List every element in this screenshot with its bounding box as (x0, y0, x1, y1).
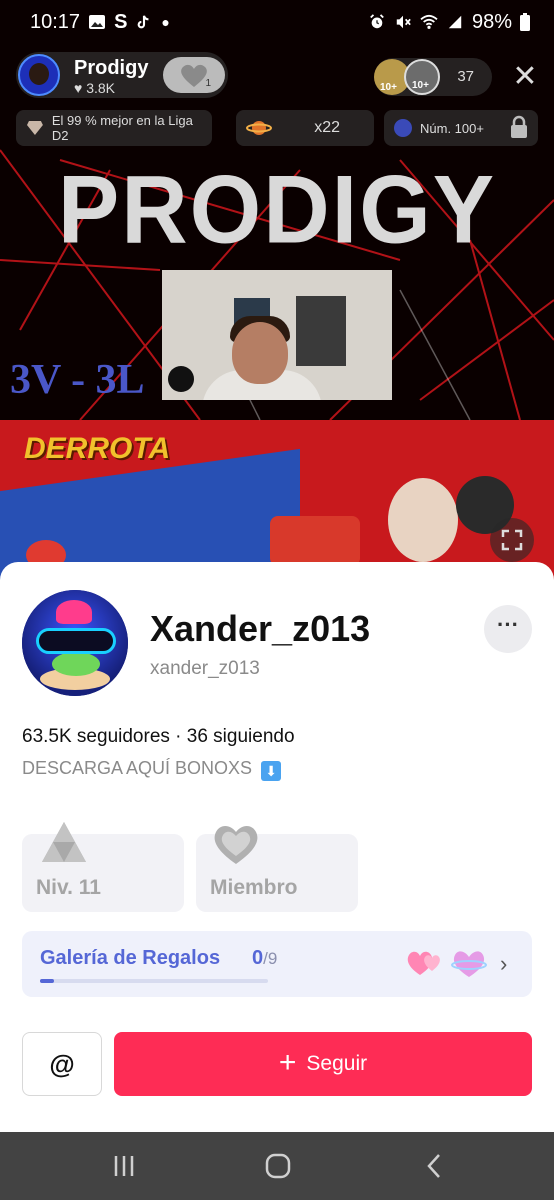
status-time: 10:17 (30, 10, 81, 33)
viewer-count: 37 (457, 68, 474, 85)
planet-icon (246, 121, 272, 135)
rank-text: Núm. 100+ (420, 120, 484, 136)
mention-button[interactable]: @ (22, 1032, 102, 1096)
heart-count: 1 (205, 78, 211, 89)
bio-text: DESCARGA AQUÍ BONOXS (22, 758, 253, 778)
league-text: El 99 % mejor en la Liga D2 (51, 113, 193, 143)
s-icon: S (114, 10, 128, 33)
member-label: Miembro (210, 876, 298, 899)
host-name: Prodigy (74, 57, 149, 79)
level-triangle-icon (42, 822, 86, 862)
profile-bio: DESCARGA AQUÍ BONOXS ⬇ (22, 758, 282, 781)
more-options-button[interactable]: ··· (484, 605, 532, 653)
multiplier-text: x22 (314, 119, 340, 136)
battery-percent: 98% (471, 10, 512, 33)
signal-icon (448, 15, 462, 29)
home-icon[interactable] (258, 1149, 298, 1183)
system-nav-bar (0, 1132, 554, 1200)
profile-avatar[interactable] (22, 590, 128, 696)
wifi-icon (420, 14, 438, 29)
lock-icon (511, 115, 527, 138)
league-chip[interactable]: El 99 % mejor en la Liga D2 (16, 110, 212, 146)
back-icon[interactable] (414, 1149, 454, 1183)
gift-hearts-icon (451, 951, 487, 977)
banner-title: PRODIGY (57, 156, 497, 264)
viewer-group[interactable]: 10+ 10+ 37 (374, 58, 492, 96)
profile-handle: xander_z013 (150, 658, 260, 679)
gift-gallery-title: Galería de Regalos (40, 947, 221, 969)
follow-stats[interactable]: 63.5K seguidores · 36 siguiendo (22, 726, 295, 748)
host-likes: ♥ 3.8K (74, 80, 116, 96)
webcam-overlay (162, 270, 392, 400)
chevron-right-icon: › (500, 951, 508, 976)
viewer-badge: 10+ (412, 80, 429, 91)
gift-total: /9 (263, 949, 278, 968)
viewer-avatar[interactable]: 10+ (404, 59, 440, 95)
recent-apps-icon[interactable] (104, 1149, 144, 1183)
mute-icon (396, 15, 411, 29)
level-card[interactable]: Niv. 11 (22, 822, 184, 912)
status-bar: 10:17 S ● 98% (0, 0, 554, 44)
multiplier-chip[interactable]: x22 (236, 110, 374, 146)
gift-hearts-icon (407, 951, 440, 975)
dot-icon: ● (161, 14, 170, 30)
member-heart-icon (214, 826, 258, 864)
battery-icon (520, 13, 530, 31)
tiktok-icon (138, 15, 149, 29)
viewer-badge: 10+ (380, 82, 397, 93)
rank-avatar (394, 119, 412, 137)
close-icon[interactable]: ✕ (508, 60, 542, 94)
follow-label: Seguir (306, 1052, 368, 1075)
result-text: DERROTA (24, 432, 171, 465)
pip-button[interactable] (490, 518, 534, 562)
heart-icon (181, 64, 207, 87)
host-follow-heart-button[interactable]: 1 (163, 57, 225, 93)
gift-collected: 0 (252, 947, 264, 969)
profile-username: Xander_z013 (150, 608, 371, 649)
level-label: Niv. 11 (36, 876, 101, 899)
alarm-icon (370, 14, 384, 29)
game-character (388, 478, 458, 562)
host-avatar[interactable] (18, 54, 60, 96)
gift-gallery-row[interactable]: Galería de Regalos 0/9 › (22, 931, 532, 997)
gift-progress-bar (40, 979, 268, 983)
member-card[interactable]: Miembro (196, 826, 358, 912)
gem-icon (26, 121, 43, 135)
profile-sheet: Xander_z013 xander_z013 ··· 63.5K seguid… (0, 562, 554, 1132)
game-character (270, 516, 360, 566)
image-icon (89, 15, 106, 29)
gift-gallery-count: 0/9 (252, 947, 277, 970)
score-text: 3V - 3L (10, 357, 145, 403)
plus-icon: + (278, 1045, 297, 1079)
rank-chip[interactable]: Núm. 100+ (384, 110, 538, 146)
follow-button[interactable]: + Seguir (114, 1032, 532, 1096)
gift-progress-fill (40, 979, 54, 983)
down-arrow-emoji: ⬇ (261, 761, 282, 781)
pip-icon (501, 529, 523, 551)
host-info-pill[interactable]: Prodigy ♥ 3.8K 1 (16, 52, 228, 98)
